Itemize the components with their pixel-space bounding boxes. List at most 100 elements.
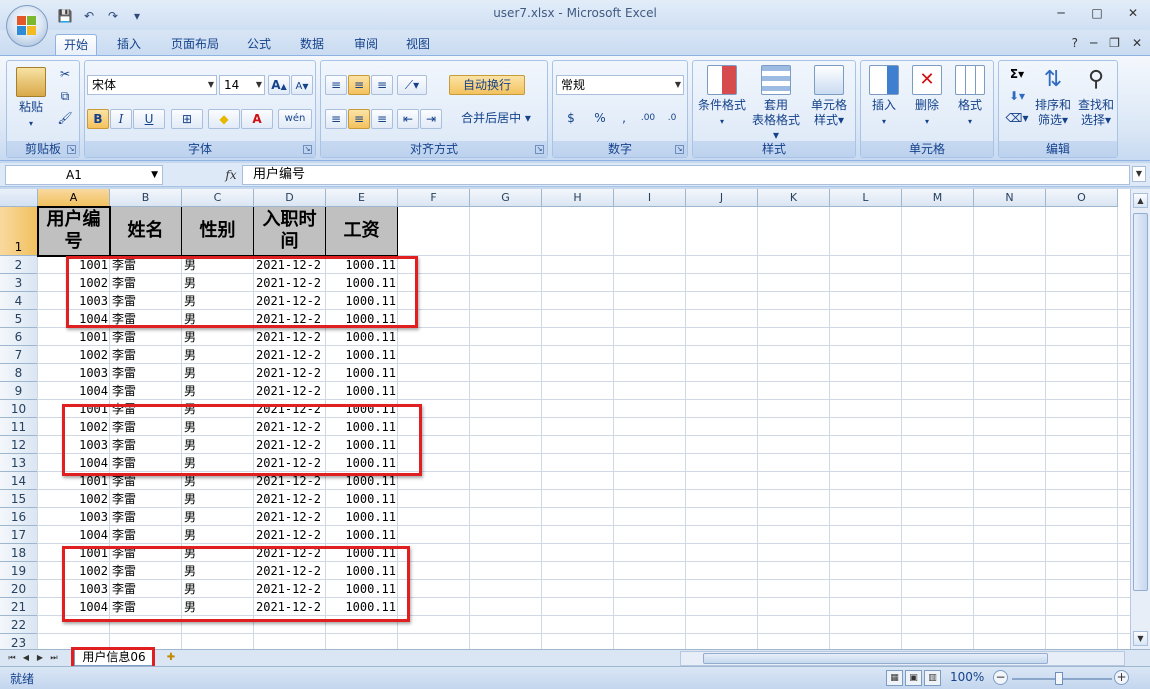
column-header[interactable]: M xyxy=(902,189,974,207)
close-button[interactable]: ✕ xyxy=(1124,6,1142,20)
table-cell[interactable]: 1002 xyxy=(38,346,110,364)
workbook-minimize-button[interactable]: ─ xyxy=(1090,36,1097,50)
table-cell[interactable]: 1000.11 xyxy=(326,364,398,382)
undo-icon[interactable]: ↶ xyxy=(80,8,98,24)
table-cell[interactable]: 2021-12-2 xyxy=(254,346,326,364)
decrease-indent-button[interactable]: ⇤ xyxy=(397,109,419,129)
increase-indent-button[interactable]: ⇥ xyxy=(420,109,442,129)
zoom-slider-thumb[interactable] xyxy=(1055,672,1063,685)
table-cell[interactable]: 李雷 xyxy=(110,508,182,526)
table-cell[interactable]: 1002 xyxy=(38,274,110,292)
table-cell[interactable]: 1001 xyxy=(38,328,110,346)
bold-button[interactable]: B xyxy=(87,109,109,129)
copy-icon[interactable]: ⧉ xyxy=(55,87,75,107)
table-cell[interactable]: 李雷 xyxy=(110,490,182,508)
table-cell[interactable]: 李雷 xyxy=(110,364,182,382)
decrease-decimal-button[interactable]: .0 xyxy=(661,109,683,129)
page-layout-view-icon[interactable]: ▣ xyxy=(905,670,922,686)
table-cell[interactable]: 李雷 xyxy=(110,454,182,472)
table-cell[interactable]: 1001 xyxy=(38,400,110,418)
column-header[interactable]: D xyxy=(254,189,326,207)
table-cell[interactable]: 李雷 xyxy=(110,274,182,292)
font-name-select[interactable]: 宋体 ▼ xyxy=(87,75,217,95)
table-cell[interactable]: 男 xyxy=(182,544,254,562)
table-cell[interactable]: 1000.11 xyxy=(326,454,398,472)
wrap-text-button[interactable]: 自动换行 xyxy=(449,75,525,95)
table-cell[interactable]: 1004 xyxy=(38,526,110,544)
column-header[interactable]: J xyxy=(686,189,758,207)
grow-font-button[interactable]: A▲ xyxy=(268,75,290,95)
table-cell[interactable]: 李雷 xyxy=(110,328,182,346)
table-cell[interactable]: 1001 xyxy=(38,256,110,274)
table-cell[interactable]: 男 xyxy=(182,292,254,310)
row-header[interactable]: 17 xyxy=(0,526,38,544)
column-header[interactable]: A xyxy=(38,189,110,207)
border-button[interactable]: ⊞ xyxy=(171,109,203,129)
header-cell[interactable]: 工资 xyxy=(326,207,398,256)
insert-sheet-icon[interactable]: ✚ xyxy=(160,651,182,665)
tab-page-layout[interactable]: 页面布局 xyxy=(164,34,226,56)
table-cell[interactable]: 1003 xyxy=(38,292,110,310)
table-cell[interactable]: 男 xyxy=(182,418,254,436)
first-sheet-icon[interactable]: ⏮ xyxy=(6,651,18,665)
tab-view[interactable]: 视图 xyxy=(398,34,438,56)
table-cell[interactable]: 1000.11 xyxy=(326,274,398,292)
row-header[interactable]: 9 xyxy=(0,382,38,400)
orientation-button[interactable]: ⟋▾ xyxy=(397,75,427,95)
sort-filter-button[interactable]: ⇅ 排序和 筛选▾ xyxy=(1033,65,1073,128)
vertical-scrollbar[interactable]: ▲ ▼ xyxy=(1130,189,1150,649)
header-cell[interactable]: 用户编号 xyxy=(38,207,110,256)
table-cell[interactable]: 男 xyxy=(182,436,254,454)
conditional-format-button[interactable]: 条件格式 ▾ xyxy=(695,65,749,129)
table-cell[interactable]: 李雷 xyxy=(110,310,182,328)
tab-home[interactable]: 开始 xyxy=(55,34,97,56)
fill-color-button[interactable]: ◆ xyxy=(208,109,240,129)
phonetic-button[interactable]: wén xyxy=(278,109,312,129)
format-as-table-button[interactable]: 套用 表格格式▾ xyxy=(749,65,803,143)
row-header[interactable]: 22 xyxy=(0,616,38,634)
table-cell[interactable]: 1004 xyxy=(38,382,110,400)
column-header[interactable]: G xyxy=(470,189,542,207)
table-cell[interactable]: 1001 xyxy=(38,544,110,562)
clipboard-launcher-icon[interactable]: ↘ xyxy=(67,145,76,154)
align-middle-button[interactable]: ≡ xyxy=(348,75,370,95)
next-sheet-icon[interactable]: ▶ xyxy=(34,651,46,665)
row-header[interactable]: 15 xyxy=(0,490,38,508)
row-header[interactable]: 7 xyxy=(0,346,38,364)
column-header[interactable]: N xyxy=(974,189,1046,207)
normal-view-icon[interactable]: ▦ xyxy=(886,670,903,686)
number-format-select[interactable]: 常规 ▼ xyxy=(556,75,684,95)
vertical-scroll-thumb[interactable] xyxy=(1133,213,1148,591)
align-bottom-button[interactable]: ≡ xyxy=(371,75,393,95)
clear-button[interactable]: ⌫▾ xyxy=(1003,109,1031,129)
fill-button[interactable]: ⬇▾ xyxy=(1003,87,1031,107)
table-cell[interactable]: 男 xyxy=(182,472,254,490)
table-cell[interactable]: 2021-12-2 xyxy=(254,310,326,328)
name-box[interactable]: A1 ▼ xyxy=(5,165,163,185)
table-cell[interactable]: 1000.11 xyxy=(326,562,398,580)
table-cell[interactable]: 2021-12-2 xyxy=(254,508,326,526)
row-header[interactable]: 21 xyxy=(0,598,38,616)
table-cell[interactable]: 男 xyxy=(182,364,254,382)
table-cell[interactable]: 1000.11 xyxy=(326,436,398,454)
workbook-close-button[interactable]: ✕ xyxy=(1132,36,1142,50)
table-cell[interactable]: 1000.11 xyxy=(326,508,398,526)
row-header[interactable]: 2 xyxy=(0,256,38,274)
row-header[interactable]: 1 xyxy=(0,207,38,256)
column-header[interactable]: H xyxy=(542,189,614,207)
comma-button[interactable]: , xyxy=(613,109,635,129)
table-cell[interactable]: 1003 xyxy=(38,580,110,598)
table-cell[interactable]: 2021-12-2 xyxy=(254,274,326,292)
table-cell[interactable]: 男 xyxy=(182,490,254,508)
table-cell[interactable]: 1000.11 xyxy=(326,472,398,490)
prev-sheet-icon[interactable]: ◀ xyxy=(20,651,32,665)
table-cell[interactable]: 男 xyxy=(182,598,254,616)
format-cells-button[interactable]: 格式 ▾ xyxy=(949,65,991,129)
table-cell[interactable]: 李雷 xyxy=(110,598,182,616)
scroll-down-icon[interactable]: ▼ xyxy=(1133,631,1148,646)
underline-button[interactable]: U xyxy=(133,109,165,129)
tab-formulas[interactable]: 公式 xyxy=(240,34,278,56)
worksheet-grid[interactable]: A B C D E F G H I J K L M N O 1 2 3 4 5 6 7 8 9 10 11 12 13 14 15 16 17… xyxy=(0,189,1130,649)
font-color-button[interactable]: A xyxy=(241,109,273,129)
row-header[interactable]: 3 xyxy=(0,274,38,292)
